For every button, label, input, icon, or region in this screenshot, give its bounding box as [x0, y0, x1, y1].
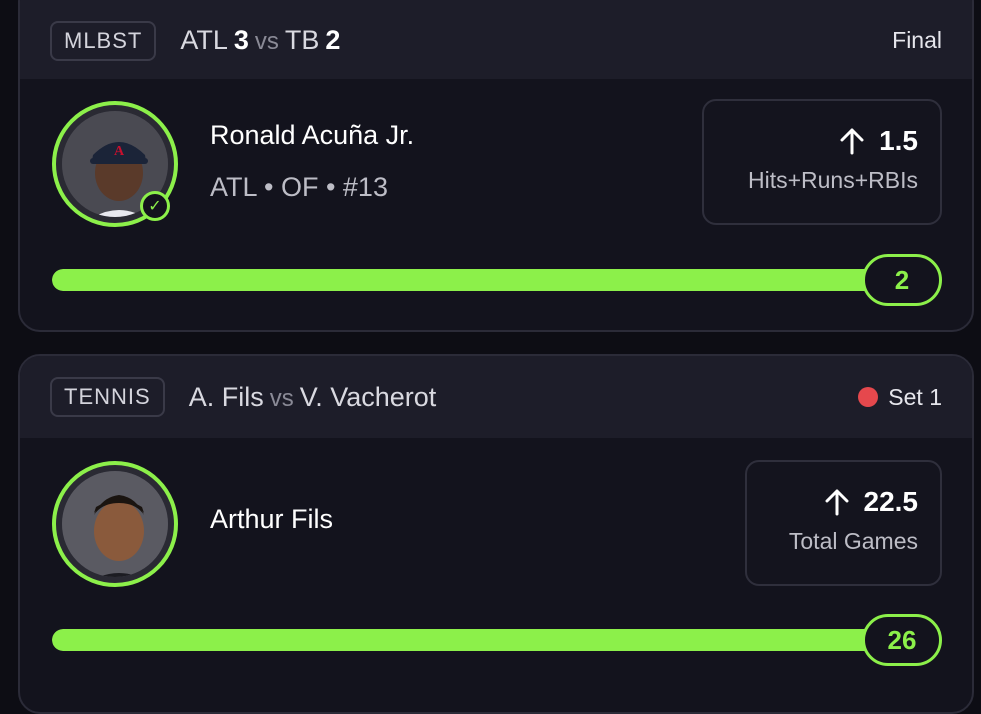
- arrow-up-icon: [840, 128, 864, 155]
- game-header: TENNIS A. Fils vs V. Vacherot Set 1: [20, 356, 972, 438]
- status-label: Final: [892, 27, 942, 53]
- avatar: A ✓: [52, 101, 178, 227]
- matchup: ATL 3 vs TB 2: [180, 25, 340, 56]
- projection-box[interactable]: 22.5 Total Games: [745, 460, 942, 586]
- vs-label: vs: [269, 384, 294, 412]
- player-photo-graphic: [62, 471, 168, 577]
- progress-fill: [52, 269, 932, 291]
- line-value-row: 22.5: [747, 486, 918, 518]
- player-name: Arthur Fils: [210, 504, 334, 534]
- player-photo: [62, 471, 168, 577]
- progress-count: 26: [862, 614, 942, 666]
- svg-text:A: A: [114, 144, 125, 159]
- score-a: 3: [233, 25, 249, 55]
- vs-label: vs: [254, 28, 279, 55]
- league-badge: MLBST: [50, 20, 157, 61]
- stat-type: Hits+Runs+RBIs: [747, 167, 918, 193]
- arrow-up-icon: [825, 489, 848, 516]
- pick-card-acuna[interactable]: MLBST ATL 3 vs TB 2 Final A ✓ Ronald Acu…: [18, 0, 974, 332]
- check-circle-icon: ✓: [140, 191, 170, 221]
- team-b: TB: [284, 25, 320, 55]
- line-value-row: 1.5: [704, 125, 918, 157]
- game-header: MLBST ATL 3 vs TB 2 Final: [20, 0, 972, 79]
- live-indicator-icon: [858, 387, 879, 407]
- game-status: Set 1: [858, 384, 942, 411]
- pick-card-fils[interactable]: TENNIS A. Fils vs V. Vacherot Set 1 Arth…: [18, 354, 974, 714]
- matchup: A. Fils vs V. Vacherot: [189, 382, 437, 413]
- game-status: Final: [892, 27, 942, 54]
- league-badge: TENNIS: [50, 377, 165, 417]
- avatar: [52, 461, 178, 587]
- line-value: 1.5: [879, 125, 918, 156]
- score-b: 2: [325, 25, 341, 55]
- progress-fill: [52, 629, 932, 651]
- projection-box[interactable]: 1.5 Hits+Runs+RBIs: [702, 99, 942, 225]
- team-a: ATL: [180, 25, 228, 55]
- team-b: V. Vacherot: [299, 381, 437, 412]
- progress-count: 2: [862, 254, 942, 306]
- team-a: A. Fils: [188, 381, 264, 412]
- status-label: Set 1: [888, 383, 942, 410]
- stat-type: Total Games: [788, 528, 918, 554]
- progress-bar: [52, 269, 932, 291]
- line-value: 22.5: [863, 486, 919, 517]
- player-name: Ronald Acuña Jr.: [210, 120, 415, 150]
- player-meta: ATL • OF • #13: [210, 172, 388, 202]
- progress-bar: [52, 629, 932, 651]
